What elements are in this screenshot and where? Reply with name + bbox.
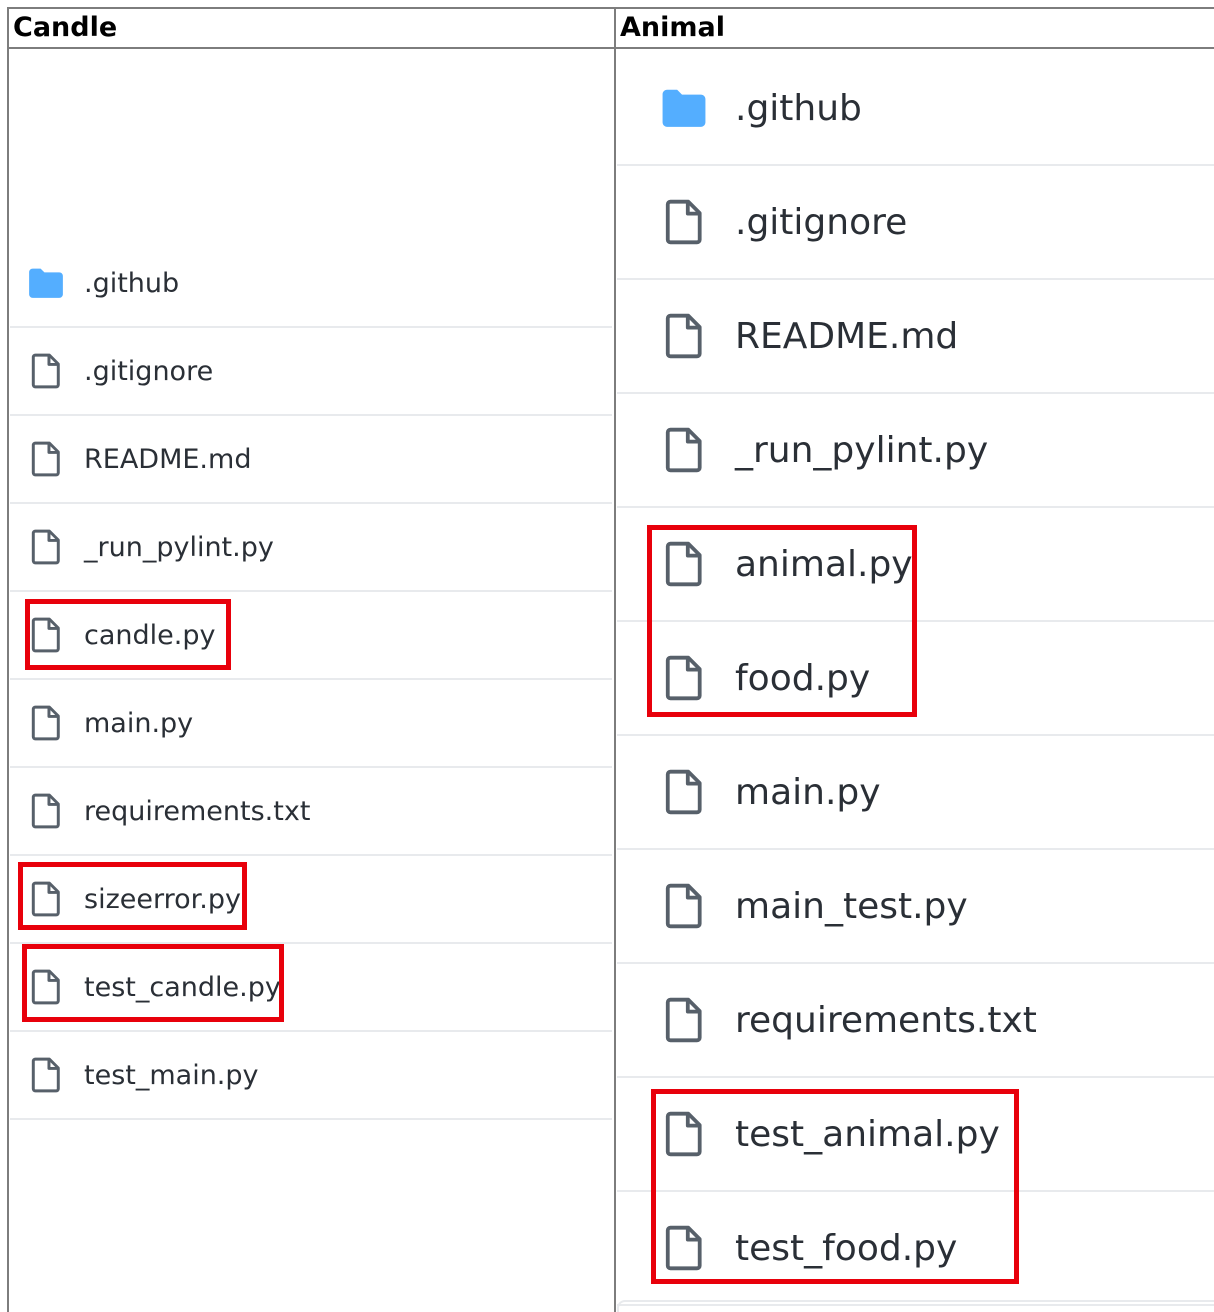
file-icon <box>661 882 707 930</box>
file-name[interactable]: README.md <box>84 444 251 475</box>
right-file-row-github[interactable]: .github <box>617 52 1214 166</box>
file-name[interactable]: _run_pylint.py <box>84 532 274 563</box>
left-file-row-run-pylint-py[interactable]: _run_pylint.py <box>10 504 612 592</box>
left-file-row-test-main-py[interactable]: test_main.py <box>10 1032 612 1120</box>
file-name[interactable]: main.py <box>84 708 193 739</box>
left-file-row-main-py[interactable]: main.py <box>10 680 612 768</box>
highlight-box-test-animal-food <box>651 1089 1019 1284</box>
right-file-row-main-py[interactable]: main.py <box>617 736 1214 850</box>
file-name[interactable]: .github <box>84 268 179 299</box>
file-icon <box>661 996 707 1044</box>
folder-icon <box>28 263 64 303</box>
file-icon <box>28 1055 64 1095</box>
file-name[interactable]: main_test.py <box>735 886 968 927</box>
column-header-animal: Animal <box>616 9 1214 49</box>
column-header-candle: Candle <box>9 9 614 49</box>
highlight-box-test-candle <box>22 944 284 1022</box>
file-icon <box>661 198 707 246</box>
file-icon <box>28 703 64 743</box>
right-file-row-run-pylint-py[interactable]: _run_pylint.py <box>617 394 1214 508</box>
file-icon <box>28 439 64 479</box>
file-name[interactable]: README.md <box>735 316 958 357</box>
right-file-row-readme-md[interactable]: README.md <box>617 280 1214 394</box>
right-file-row-gitignore[interactable]: .gitignore <box>617 166 1214 280</box>
file-name[interactable]: .github <box>735 88 862 129</box>
file-icon <box>28 527 64 567</box>
highlight-box-candle <box>25 599 231 670</box>
left-file-row-github[interactable]: .github <box>10 240 612 328</box>
file-icon <box>661 768 707 816</box>
file-name[interactable]: .gitignore <box>735 202 907 243</box>
file-name[interactable]: _run_pylint.py <box>735 430 988 471</box>
file-icon <box>661 312 707 360</box>
animal-list-bottom-edge <box>617 1300 1214 1312</box>
file-name[interactable]: test_main.py <box>84 1060 259 1091</box>
highlight-box-animal-food <box>647 525 917 717</box>
file-icon <box>661 426 707 474</box>
right-file-row-requirements-txt[interactable]: requirements.txt <box>617 964 1214 1078</box>
file-name[interactable]: .gitignore <box>84 356 213 387</box>
file-name[interactable]: requirements.txt <box>735 1000 1037 1041</box>
left-file-row-requirements-txt[interactable]: requirements.txt <box>10 768 612 856</box>
file-icon <box>28 351 64 391</box>
column-divider <box>614 7 616 1312</box>
file-icon <box>28 791 64 831</box>
left-file-row-gitignore[interactable]: .gitignore <box>10 328 612 416</box>
right-file-row-main-test-py[interactable]: main_test.py <box>617 850 1214 964</box>
folder-icon <box>661 84 707 132</box>
file-name[interactable]: requirements.txt <box>84 796 310 827</box>
file-name[interactable]: main.py <box>735 772 881 813</box>
left-file-row-readme-md[interactable]: README.md <box>10 416 612 504</box>
highlight-box-sizeerror <box>18 862 247 930</box>
